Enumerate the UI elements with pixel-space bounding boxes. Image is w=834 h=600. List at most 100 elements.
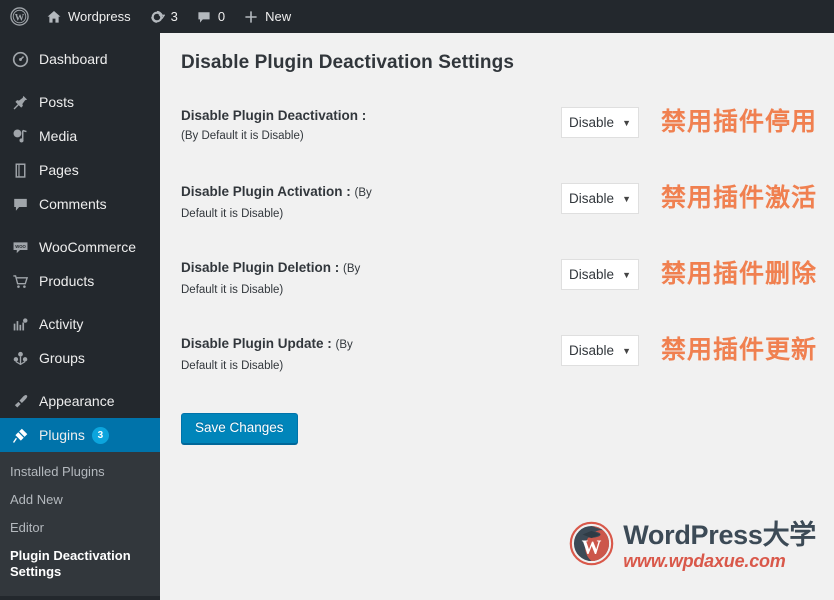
watermark-text: WordPress大学 www.wpdaxue.com xyxy=(623,520,816,571)
select-value: Disable xyxy=(569,191,615,206)
activity-icon xyxy=(10,314,30,334)
cart-icon xyxy=(10,271,30,291)
sidebar-label: Dashboard xyxy=(39,51,108,67)
sidebar-item-posts[interactable]: Posts xyxy=(0,85,160,119)
svg-text:W: W xyxy=(582,536,602,558)
setting-label-text: Disable Plugin Deactivation : xyxy=(181,108,367,123)
plugins-submenu: Installed Plugins Add New Editor Plugin … xyxy=(0,452,160,596)
sidebar-item-products[interactable]: Products xyxy=(0,264,160,298)
page-title: Disable Plugin Deactivation Settings xyxy=(181,52,515,73)
select-disable-plugin-deactivation[interactable]: Disable ▼ xyxy=(561,107,639,138)
admin-bar-site-label: Wordpress xyxy=(68,9,131,24)
submenu-label: Add New xyxy=(10,492,63,507)
brush-icon xyxy=(10,391,30,411)
chevron-down-icon: ▼ xyxy=(622,193,631,204)
watermark-url: www.wpdaxue.com xyxy=(623,551,786,571)
sidebar-label: WooCommerce xyxy=(39,239,136,255)
setting-label-activation: Disable Plugin Activation : (By Default … xyxy=(181,182,381,224)
setting-sublabel-text: (By Default it is Disable) xyxy=(181,130,304,142)
watermark-title: WordPress大学 xyxy=(623,520,816,550)
watermark: W WordPress大学 www.wpdaxue.com xyxy=(569,521,816,571)
sidebar-item-pages[interactable]: Pages xyxy=(0,153,160,187)
svg-text:WOO: WOO xyxy=(15,244,26,249)
select-value: Disable xyxy=(569,343,615,358)
menu-separator xyxy=(0,298,160,307)
media-icon xyxy=(10,126,30,146)
sidebar-item-plugins[interactable]: Plugins 3 xyxy=(0,418,168,452)
select-disable-plugin-update[interactable]: Disable ▼ xyxy=(561,335,639,366)
sidebar-label: Posts xyxy=(39,94,75,110)
sidebar-item-dashboard[interactable]: Dashboard xyxy=(0,42,160,76)
plus-icon xyxy=(243,9,259,25)
admin-bar: W Wordpress 3 0 New xyxy=(0,0,834,33)
sidebar-label: Pages xyxy=(39,162,79,178)
annotation-update: 禁用插件更新 xyxy=(661,336,818,364)
select-value: Disable xyxy=(569,267,615,282)
sidebar-item-groups[interactable]: Groups xyxy=(0,341,160,375)
setting-label-deletion: Disable Plugin Deletion : (By Default it… xyxy=(181,258,381,300)
admin-bar-site-name[interactable]: Wordpress xyxy=(37,0,140,33)
setting-label-text: Disable Plugin Deletion : xyxy=(181,260,340,275)
admin-bar-comments-count: 0 xyxy=(217,9,226,24)
submenu-item-plugin-deactivation-settings[interactable]: Plugin Deactivation Settings xyxy=(0,542,160,586)
plugins-update-badge: 3 xyxy=(91,426,109,444)
menu-separator xyxy=(0,76,160,85)
wordpress-daxue-logo-icon: W xyxy=(569,521,614,571)
woocommerce-icon: WOO xyxy=(10,237,30,257)
main-content: Disable Plugin Deactivation Settings Dis… xyxy=(160,33,834,600)
settings-form: Disable Plugin Deactivation : (By Defaul… xyxy=(160,100,834,404)
pin-icon xyxy=(10,92,30,112)
sidebar-label: Media xyxy=(39,128,78,144)
svg-text:W: W xyxy=(15,14,25,24)
admin-bar-updates-count: 3 xyxy=(170,9,178,24)
admin-bar-updates[interactable]: 3 xyxy=(140,0,187,33)
admin-bar-wp-logo[interactable]: W xyxy=(0,0,37,33)
sidebar-item-woocommerce[interactable]: WOO WooCommerce xyxy=(0,230,160,264)
sidebar-label: Products xyxy=(39,273,95,289)
sidebar-item-activity[interactable]: Activity xyxy=(0,307,160,341)
select-disable-plugin-activation[interactable]: Disable ▼ xyxy=(561,183,639,214)
sidebar-item-comments[interactable]: Comments xyxy=(0,187,160,221)
setting-label-text: Disable Plugin Activation : xyxy=(181,184,351,199)
chevron-down-icon: ▼ xyxy=(622,345,631,356)
submenu-item-editor[interactable]: Editor xyxy=(0,514,160,542)
setting-label-update: Disable Plugin Update : (By Default it i… xyxy=(181,334,381,376)
sidebar-label: Groups xyxy=(39,350,85,366)
sidebar-label: Comments xyxy=(39,196,107,212)
select-disable-plugin-deletion[interactable]: Disable ▼ xyxy=(561,259,639,290)
groups-icon xyxy=(10,348,30,368)
sidebar-label: Activity xyxy=(39,316,84,332)
setting-row-activation: Disable Plugin Activation : (By Default … xyxy=(160,176,834,252)
select-value: Disable xyxy=(569,115,615,130)
menu-separator xyxy=(0,221,160,230)
home-icon xyxy=(46,9,62,25)
setting-row-deactivation: Disable Plugin Deactivation : (By Defaul… xyxy=(160,100,834,176)
annotation-activation: 禁用插件激活 xyxy=(661,184,818,212)
setting-row-update: Disable Plugin Update : (By Default it i… xyxy=(160,328,834,404)
sidebar-label: Appearance xyxy=(39,393,115,409)
annotation-deactivation: 禁用插件停用 xyxy=(661,108,818,136)
comment-bubble-icon xyxy=(10,194,30,214)
submenu-item-installed-plugins[interactable]: Installed Plugins xyxy=(0,458,160,486)
submenu-label: Editor xyxy=(10,520,44,535)
sidebar-label: Plugins xyxy=(39,427,85,443)
sidebar-item-media[interactable]: Media xyxy=(0,119,160,153)
pages-icon xyxy=(10,160,30,180)
setting-row-deletion: Disable Plugin Deletion : (By Default it… xyxy=(160,252,834,328)
dashboard-icon xyxy=(10,49,30,69)
submenu-label: Plugin Deactivation Settings xyxy=(10,548,131,579)
save-changes-button[interactable]: Save Changes xyxy=(181,413,298,444)
chevron-down-icon: ▼ xyxy=(622,117,631,128)
admin-sidebar: Dashboard Posts Media Pages Comments WOO… xyxy=(0,33,168,600)
menu-separator xyxy=(0,375,160,384)
submenu-item-add-new[interactable]: Add New xyxy=(0,486,160,514)
admin-bar-new-content[interactable]: New xyxy=(234,0,300,33)
setting-label-text: Disable Plugin Update : xyxy=(181,336,332,351)
chevron-down-icon: ▼ xyxy=(622,269,631,280)
admin-bar-comments[interactable]: 0 xyxy=(187,0,234,33)
setting-label-deactivation: Disable Plugin Deactivation : (By Defaul… xyxy=(181,106,381,146)
plug-icon xyxy=(10,425,30,445)
menu-separator xyxy=(0,33,160,42)
sidebar-item-appearance[interactable]: Appearance xyxy=(0,384,160,418)
comment-bubble-icon xyxy=(196,9,212,25)
